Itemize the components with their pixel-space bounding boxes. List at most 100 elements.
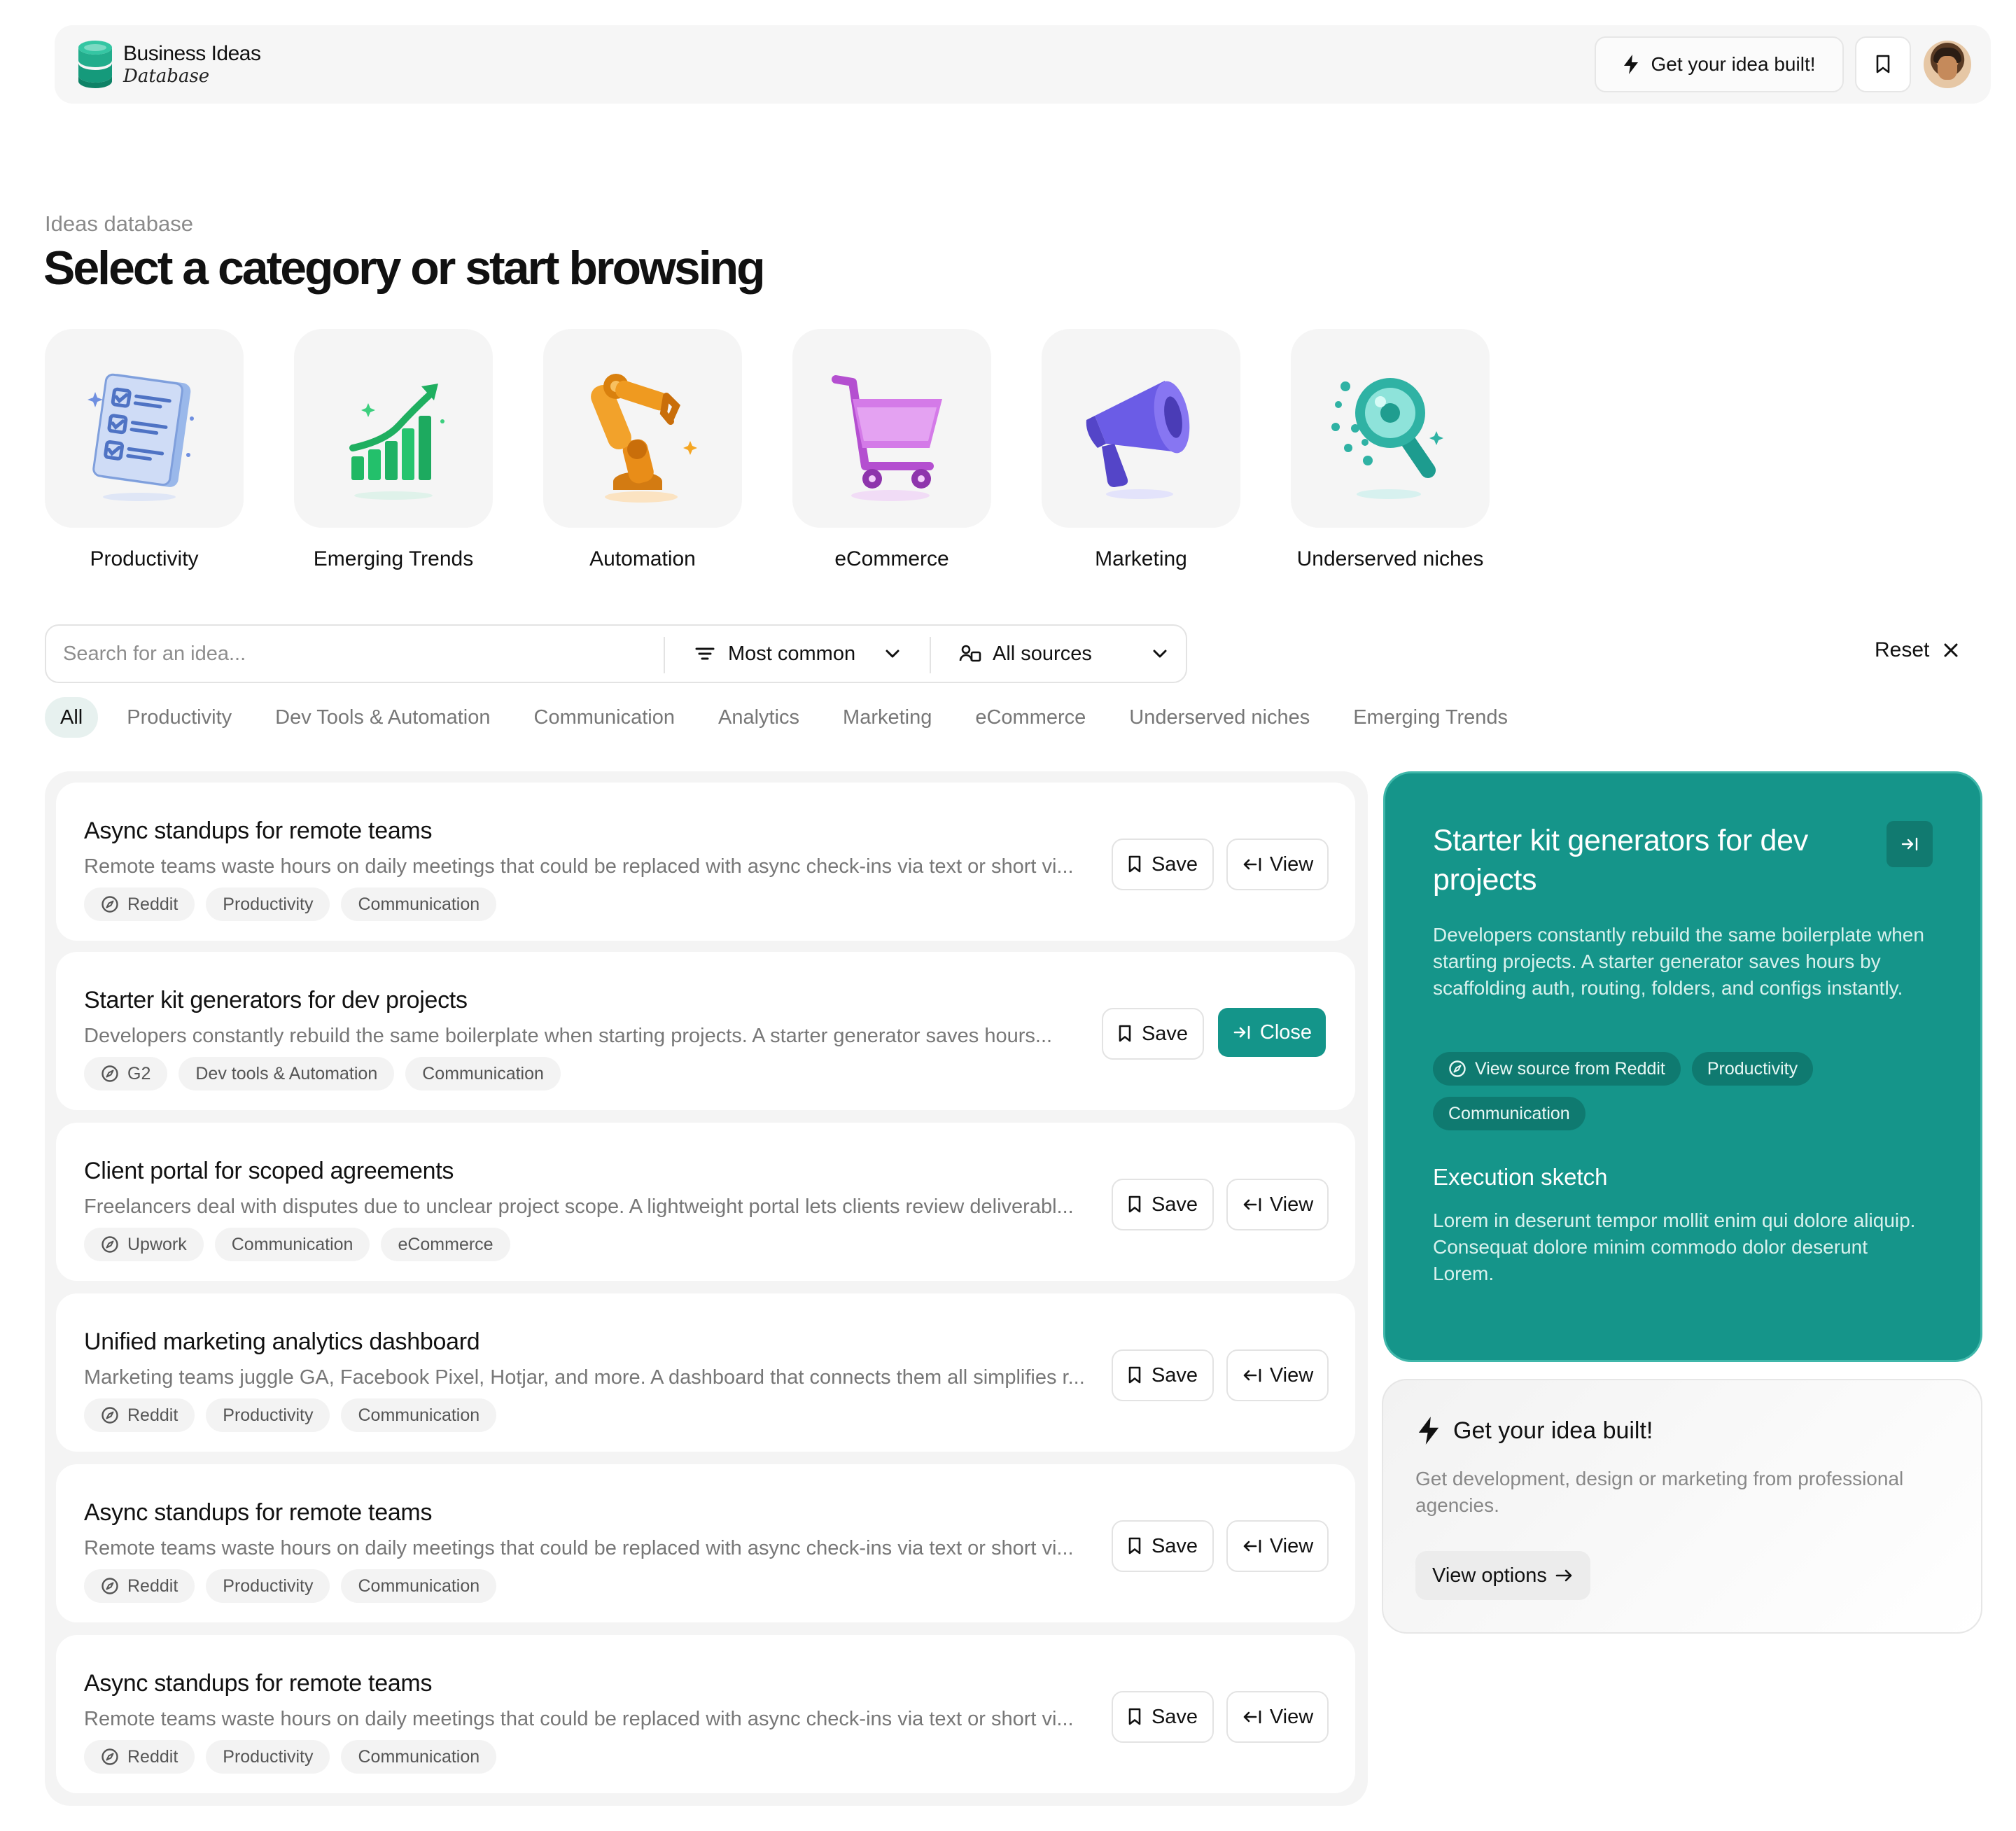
idea-title: Async standups for remote teams: [84, 818, 433, 844]
tab-ecommerce[interactable]: eCommerce: [953, 697, 1107, 738]
idea-title: Starter kit generators for dev projects: [84, 987, 468, 1013]
save-label: Save: [1151, 853, 1198, 876]
view-label: View: [1269, 1534, 1314, 1557]
source-tag[interactable]: Reddit: [84, 1569, 195, 1603]
view-button[interactable]: View: [1226, 839, 1329, 890]
category-tag[interactable]: Dev tools & Automation: [178, 1057, 395, 1090]
category-ecommerce[interactable]: eCommerce: [792, 329, 991, 571]
lightning-icon: [1624, 55, 1639, 74]
save-button[interactable]: Save: [1112, 1520, 1214, 1572]
category-automation[interactable]: Automation: [543, 329, 742, 571]
category-tile: [792, 329, 991, 528]
category-tag[interactable]: Productivity: [1691, 1052, 1814, 1086]
idea-description: Remote teams waste hours on daily meetin…: [84, 1708, 1074, 1730]
idea-description: Developers constantly rebuild the same b…: [84, 1025, 1053, 1047]
tab-emerging-trends[interactable]: Emerging Trends: [1331, 697, 1530, 738]
save-button[interactable]: Save: [1112, 839, 1214, 890]
save-label: Save: [1151, 1534, 1198, 1557]
top-bar: Business Ideas Database Get your idea bu…: [55, 25, 1991, 104]
category-productivity[interactable]: Productivity: [45, 329, 244, 571]
category-tag[interactable]: eCommerce: [381, 1228, 510, 1261]
category-underserved-niches[interactable]: Underserved niches: [1291, 329, 1490, 571]
tab-analytics[interactable]: Analytics: [696, 697, 821, 738]
save-button[interactable]: Save: [1112, 1179, 1214, 1230]
bookmark-icon: [1128, 1195, 1141, 1213]
compass-icon: [102, 1578, 118, 1594]
idea-title: Async standups for remote teams: [84, 1670, 433, 1697]
save-label: Save: [1151, 1363, 1198, 1387]
idea-title: Client portal for scoped agreements: [84, 1158, 454, 1184]
tab-all[interactable]: All: [45, 697, 99, 738]
reset-label: Reset: [1875, 638, 1930, 661]
panel-open-icon: [1243, 857, 1261, 871]
panel-open-icon: [1243, 1368, 1261, 1382]
save-button[interactable]: Save: [1102, 1008, 1204, 1060]
category-tile: [294, 329, 493, 528]
divider: [664, 637, 665, 673]
tag-label: Reddit: [127, 894, 178, 914]
source-tag[interactable]: Reddit: [84, 1398, 195, 1432]
category-tile: [543, 329, 742, 528]
category-marketing[interactable]: Marketing: [1042, 329, 1240, 571]
execution-sketch-body: Lorem in deserunt tempor mollit enim qui…: [1433, 1209, 1916, 1284]
collapse-panel-button[interactable]: [1886, 821, 1933, 867]
category-emerging-trends[interactable]: Emerging Trends: [294, 329, 493, 571]
idea-card[interactable]: Unified marketing analytics dashboard Ma…: [56, 1293, 1355, 1452]
page-eyebrow: Ideas database: [45, 211, 194, 236]
compass-icon: [102, 1748, 118, 1765]
logo[interactable]: Business Ideas Database: [77, 39, 261, 90]
sort-select[interactable]: Most common: [694, 626, 932, 682]
category-tag[interactable]: Productivity: [206, 1569, 330, 1603]
idea-card[interactable]: Client portal for scoped agreements Free…: [56, 1123, 1355, 1281]
idea-tags: Reddit Productivity Communication: [84, 888, 497, 921]
source-tag[interactable]: Reddit: [84, 1740, 195, 1774]
saved-bookmarks-button[interactable]: [1855, 36, 1911, 92]
source-tag[interactable]: Reddit: [84, 888, 195, 921]
source-tag[interactable]: Upwork: [84, 1228, 204, 1261]
category-label: eCommerce: [834, 547, 949, 570]
category-tag[interactable]: Communication: [405, 1057, 561, 1090]
close-detail-button[interactable]: Close: [1218, 1008, 1326, 1057]
category-tag[interactable]: Productivity: [206, 888, 330, 921]
idea-card-selected[interactable]: Starter kit generators for dev projects …: [56, 952, 1355, 1110]
save-button[interactable]: Save: [1112, 1349, 1214, 1401]
bookmark-icon: [1876, 55, 1890, 73]
idea-card[interactable]: Async standups for remote teams Remote t…: [56, 1635, 1355, 1793]
category-tag[interactable]: Communication: [1433, 1097, 1586, 1130]
tab-dev-tools-automation[interactable]: Dev Tools & Automation: [253, 697, 512, 738]
tab-productivity[interactable]: Productivity: [105, 697, 253, 738]
category-tag[interactable]: Communication: [341, 1398, 497, 1432]
view-button[interactable]: View: [1226, 1520, 1329, 1572]
robot-arm-icon: [591, 374, 697, 503]
save-button[interactable]: Save: [1112, 1691, 1214, 1743]
category-tag[interactable]: Communication: [341, 1569, 497, 1603]
source-tag[interactable]: G2: [84, 1057, 168, 1090]
view-button[interactable]: View: [1226, 1349, 1329, 1401]
category-tag[interactable]: Communication: [341, 1740, 497, 1774]
view-options-button[interactable]: View options: [1415, 1551, 1590, 1600]
get-idea-built-button[interactable]: Get your idea built!: [1595, 36, 1844, 92]
logo-title: Business Ideas: [123, 42, 261, 65]
idea-card[interactable]: Async standups for remote teams Remote t…: [56, 783, 1355, 941]
tab-communication[interactable]: Communication: [512, 697, 696, 738]
panel-close-icon: [1901, 837, 1918, 851]
source-select[interactable]: All sources: [959, 626, 1176, 682]
category-tag[interactable]: Communication: [214, 1228, 370, 1261]
tab-marketing[interactable]: Marketing: [821, 697, 953, 738]
view-source-link[interactable]: View source from Reddit: [1433, 1052, 1681, 1086]
category-tag[interactable]: Productivity: [206, 1740, 330, 1774]
tab-underserved-niches[interactable]: Underserved niches: [1107, 697, 1331, 738]
reset-button[interactable]: Reset: [1875, 638, 1959, 662]
bookmark-icon: [1119, 1025, 1131, 1042]
user-avatar[interactable]: [1924, 41, 1971, 88]
promo-body: Get development, design or marketing fro…: [1415, 1468, 1904, 1516]
magnifier-icon: [1331, 378, 1443, 499]
view-button[interactable]: View: [1226, 1691, 1329, 1743]
idea-card[interactable]: Async standups for remote teams Remote t…: [56, 1464, 1355, 1622]
category-tag[interactable]: Communication: [341, 888, 497, 921]
view-button[interactable]: View: [1226, 1179, 1329, 1230]
category-tag[interactable]: Productivity: [206, 1398, 330, 1432]
search-input[interactable]: [63, 626, 665, 682]
megaphone-icon: [1086, 381, 1190, 499]
category-label: Underserved niches: [1296, 547, 1484, 570]
